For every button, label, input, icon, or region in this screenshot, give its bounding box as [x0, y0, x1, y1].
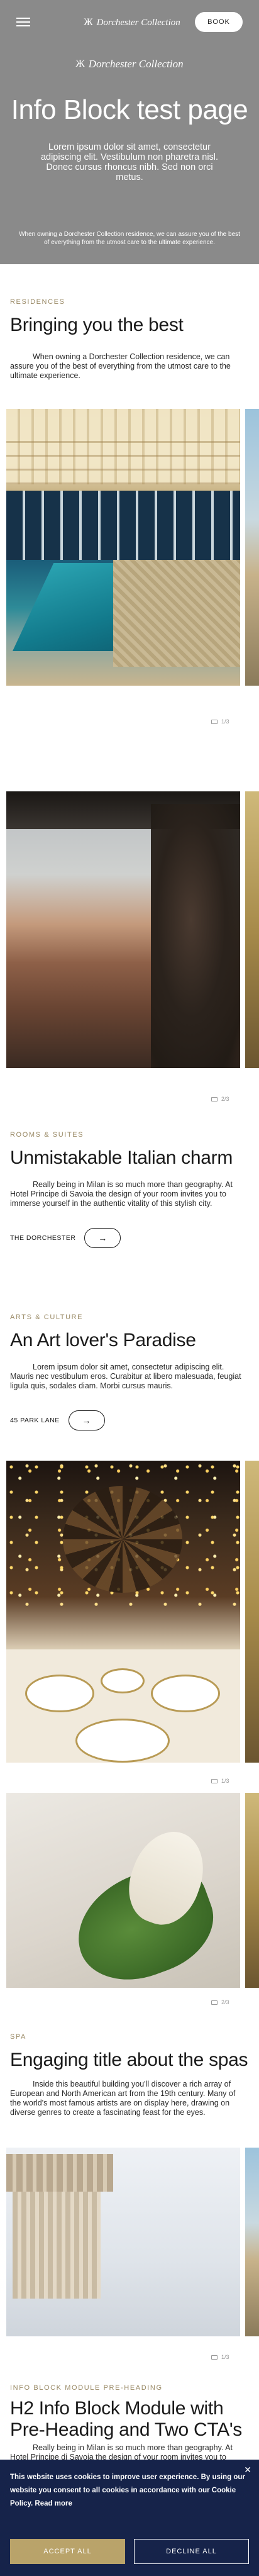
residences-pager-2: 2/3	[211, 1096, 229, 1102]
hero-brand-name: Dorchester Collection	[88, 58, 184, 70]
hero-section: Ж Dorchester Collection BOOK Ж Dorcheste…	[0, 0, 259, 264]
arrow-right-icon[interactable]: →	[68, 1410, 105, 1430]
pool-tiles	[113, 560, 240, 667]
plate	[25, 1675, 94, 1712]
spa-title: Engaging title about the spas	[10, 2049, 248, 2070]
brand-mark-icon: Ж	[84, 17, 92, 28]
rooms-eyebrow: ROOMS & SUITES	[10, 1131, 84, 1139]
arts-next-image-2[interactable]	[245, 1793, 259, 1988]
arts-image-lily[interactable]	[6, 1793, 240, 1988]
module-eyebrow: INFO BLOCK MODULE PRE-HEADING	[10, 2384, 163, 2392]
rooms-link-label[interactable]: THE DORCHESTER	[10, 1234, 75, 1242]
foreground-blur	[151, 804, 240, 1068]
ceiling-lines	[6, 434, 240, 484]
residences-pager-1: 1/3	[211, 718, 229, 725]
camera-icon	[211, 2000, 218, 2005]
menu-icon[interactable]	[16, 18, 30, 26]
spa-image-column[interactable]	[6, 2148, 240, 2336]
book-button[interactable]: BOOK	[195, 12, 243, 32]
plate	[151, 1675, 220, 1712]
camera-icon	[211, 2355, 218, 2360]
page-title: Info Block test page	[11, 94, 248, 125]
decline-all-button[interactable]: DECLINE ALL	[134, 2539, 249, 2564]
lattice-window	[63, 1486, 182, 1593]
pager-count: 2/3	[221, 1096, 229, 1102]
camera-icon	[211, 719, 218, 724]
pager-count: 2/3	[221, 1999, 229, 2005]
brand-logo[interactable]: Ж Dorchester Collection	[63, 15, 201, 30]
residences-title: Bringing you the best	[10, 315, 184, 335]
rooms-body: Really being in Milan is so much more th…	[10, 1180, 233, 1208]
arts-next-image[interactable]	[245, 1461, 259, 1763]
hero-brand-mark-icon: Ж	[75, 59, 84, 69]
arts-image-dining[interactable]	[6, 1461, 240, 1763]
pager-count: 1/3	[221, 1778, 229, 1784]
module-title: H2 Info Block Module with Pre-Heading an…	[10, 2398, 242, 2440]
arts-pager-2: 2/3	[211, 1999, 229, 2005]
window-strip	[6, 491, 240, 560]
residences-next-image-2[interactable]	[245, 791, 259, 1068]
arts-pager-1: 1/3	[211, 1778, 229, 1784]
residences-next-image[interactable]	[245, 409, 259, 686]
cookie-read-more-link[interactable]: Read more	[35, 2500, 72, 2507]
hero-subtitle: Lorem ipsum dolor sit amet, consectetur …	[40, 142, 219, 182]
plate	[75, 1719, 170, 1763]
residences-body: When owning a Dorchester Collection resi…	[10, 352, 231, 380]
camera-icon	[211, 1778, 218, 1783]
plate	[101, 1668, 145, 1693]
column-shaft	[13, 2192, 101, 2299]
residences-eyebrow: RESIDENCES	[10, 298, 65, 306]
arrow-right-icon[interactable]: →	[84, 1228, 121, 1248]
arts-link[interactable]: 45 PARK LANE →	[10, 1410, 105, 1430]
camera-icon	[211, 1096, 218, 1101]
dining-table	[6, 1649, 240, 1763]
pager-count: 1/3	[221, 2354, 229, 2360]
arts-eyebrow: ARTS & CULTURE	[10, 1313, 84, 1321]
rooms-link[interactable]: THE DORCHESTER →	[10, 1228, 121, 1248]
cookie-banner: ✕ This website uses cookies to improve u…	[0, 2460, 259, 2576]
residences-image-city[interactable]	[6, 791, 240, 1068]
spa-next-image[interactable]	[245, 2148, 259, 2336]
spa-eyebrow: SPA	[10, 2033, 26, 2041]
cookie-text: This website uses cookies to improve use…	[10, 2471, 246, 2511]
residences-image-pool[interactable]	[6, 409, 240, 686]
hero-brand-logo: Ж Dorchester Collection	[0, 58, 259, 70]
rooms-title: Unmistakable Italian charm	[10, 1147, 233, 1168]
arts-body: Lorem ipsum dolor sit amet, consectetur …	[10, 1363, 241, 1390]
spa-body: Inside this beautiful building you'll di…	[10, 2080, 236, 2117]
page: Ж Dorchester Collection BOOK Ж Dorcheste…	[0, 0, 259, 2576]
accept-all-button[interactable]: ACCEPT ALL	[10, 2539, 125, 2564]
arts-link-label[interactable]: 45 PARK LANE	[10, 1417, 60, 1424]
pager-count: 1/3	[221, 718, 229, 725]
spa-pager-1: 1/3	[211, 2354, 229, 2360]
arts-title: An Art lover's Paradise	[10, 1330, 196, 1351]
column-capital	[6, 2154, 113, 2192]
hero-footnote: When owning a Dorchester Collection resi…	[19, 231, 240, 246]
brand-name: Dorchester Collection	[96, 17, 180, 28]
top-bar: Ж Dorchester Collection BOOK	[0, 0, 259, 44]
